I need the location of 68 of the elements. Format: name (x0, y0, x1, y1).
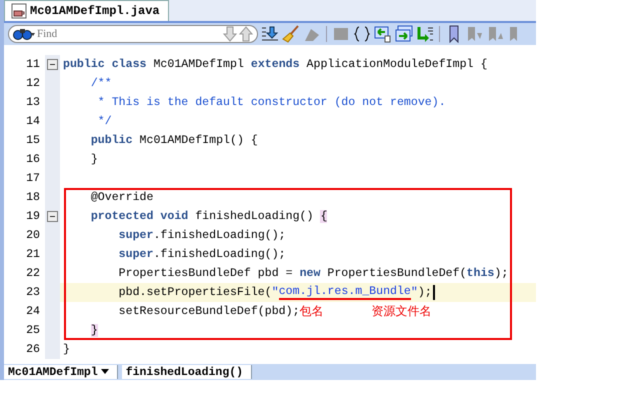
line-number: 16 (25, 153, 41, 166)
java-file-icon (11, 3, 27, 19)
code-string: com.jl.res. (278, 285, 356, 300)
line-number: 15 (25, 134, 41, 147)
line-number: 13 (25, 96, 41, 109)
code-string: " (272, 286, 279, 299)
code-comment: /** (90, 77, 112, 90)
annotation-label: 包名 (300, 303, 324, 320)
windows-arrow-icon[interactable] (395, 25, 413, 43)
code-text: PropertiesBundleDef pbd = (118, 267, 294, 280)
code-text: Mc01AMDefImpl (152, 58, 245, 71)
code-text: .finishedLoading(); (153, 248, 286, 261)
line-number: 25 (25, 324, 41, 337)
code-brace: { (320, 210, 328, 223)
line-number: 20 (25, 229, 41, 242)
code-text: } (63, 343, 70, 356)
line-number: 11 (25, 58, 41, 71)
line-number: 26 (25, 343, 41, 356)
code-text: setResourceBundleDef(pbd); (118, 305, 300, 318)
arrow-down-icon[interactable] (223, 26, 237, 42)
text-cursor (432, 285, 435, 300)
broom-icon[interactable] (282, 25, 300, 43)
code-keyword: new (300, 267, 320, 280)
code-string: m_Bundle (355, 285, 411, 300)
code-keyword: super (118, 229, 154, 242)
find-field[interactable]: Find (37, 28, 221, 40)
code-keyword: this (466, 267, 494, 280)
line-number: 17 (25, 172, 41, 185)
code-text: .finishedLoading(); (153, 229, 286, 242)
code-keyword: public (90, 134, 133, 147)
annotation-label: 资源文件名 (372, 303, 432, 320)
breadcrumb-item[interactable]: finishedLoading() (122, 365, 252, 379)
line-number: 18 (25, 191, 41, 204)
code-brace: } (90, 324, 98, 337)
tab-title: Mc01AMDefImpl.java (30, 4, 160, 18)
code-text: ); (494, 267, 508, 280)
code-text: PropertiesBundleDef( (326, 267, 467, 280)
dropdown-arrow-icon[interactable] (100, 369, 109, 375)
line-number: 22 (25, 267, 41, 280)
line-number: 24 (25, 305, 41, 318)
code-text: ); (418, 286, 432, 299)
code-keyword: extends (250, 58, 300, 71)
code-text: } (90, 153, 98, 166)
line-number: 14 (25, 115, 41, 128)
line-number: 19 (25, 210, 41, 223)
code-keyword: public class (63, 58, 146, 71)
line-number: 21 (25, 248, 41, 261)
search-field[interactable]: Find (8, 25, 258, 43)
arrow-up-icon[interactable] (239, 26, 253, 42)
line-number: 12 (25, 77, 41, 90)
code-string: " (410, 286, 418, 299)
code-text: ApplicationModuleDefImpl { (306, 58, 488, 71)
download-list-icon[interactable] (261, 25, 279, 43)
code-text: @Override (90, 191, 154, 204)
window-arrow-icon[interactable] (374, 25, 392, 43)
breadcrumb-item[interactable]: Mc01AMDefImpl (4, 365, 118, 379)
code-text: Mc01AMDefImpl() { (138, 134, 258, 147)
file-tab[interactable]: Mc01AMDefImpl.java (4, 0, 169, 21)
line-number: 23 (25, 286, 41, 299)
braces-icon[interactable] (353, 25, 371, 43)
code-keyword: protected void (90, 210, 188, 223)
code-comment: */ (96, 115, 112, 128)
code-text: finishedLoading() (194, 210, 314, 223)
binoculars-icon[interactable] (13, 28, 35, 40)
code-text: pbd.setPropertiesFile( (118, 286, 272, 299)
arrow-list-icon[interactable] (416, 25, 434, 43)
code-comment: * This is the default constructor (do not remove). (96, 96, 446, 109)
code-keyword: super (118, 248, 154, 261)
